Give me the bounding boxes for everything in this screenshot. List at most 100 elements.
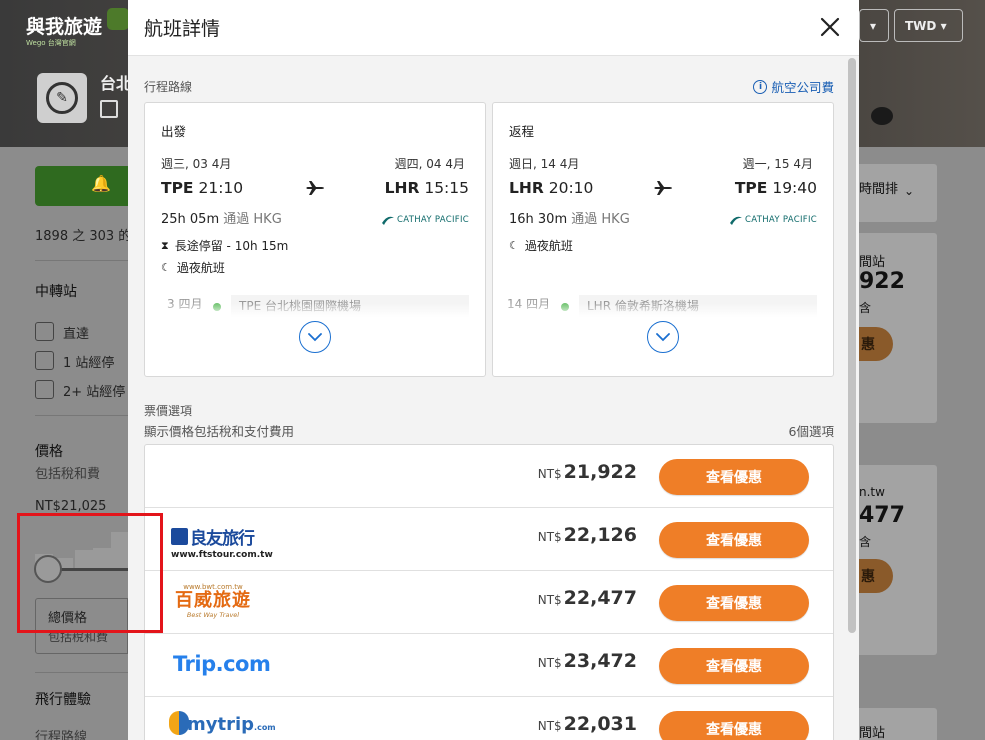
- view-deal-button[interactable]: 查看優惠: [659, 585, 809, 621]
- agent-name: mytrip: [187, 714, 255, 735]
- carrier-name: CATHAY PACIFIC: [745, 215, 817, 225]
- price-filter-min: NT$21,025: [35, 499, 107, 514]
- result-card-sub: 含: [859, 301, 872, 315]
- modal-scrollbar[interactable]: [848, 58, 856, 633]
- price-amount: 22,477: [563, 587, 637, 609]
- agent-name: 百威旅遊: [175, 590, 251, 611]
- airline-fee-link[interactable]: i 航空公司費: [753, 77, 834, 96]
- arrival-date: 週一, 15 4月: [742, 157, 813, 171]
- ftstour-mark-icon: [171, 528, 188, 545]
- departure-time: TPE 21:10: [161, 179, 243, 197]
- moon-icon: ☾: [509, 239, 519, 252]
- carrier-name: CATHAY PACIFIC: [397, 215, 469, 225]
- arrival-date: 週四, 04 4月: [394, 157, 465, 171]
- modal-header: 航班詳情: [128, 0, 859, 56]
- trip-com-logo: Trip.com: [173, 652, 271, 676]
- result-card[interactable]: 間站: [859, 708, 937, 740]
- via-stop: 通過 HKG: [223, 212, 282, 227]
- agent-name: 良友旅行: [190, 529, 255, 549]
- carrier-logo: CATHAY PACIFIC: [730, 215, 817, 225]
- site-logo[interactable]: 與我旅遊: [26, 12, 102, 39]
- chevron-down-icon: ⌄: [904, 184, 915, 198]
- currency-label: NT$: [537, 530, 562, 544]
- view-deal-button[interactable]: 查看優惠: [659, 648, 809, 684]
- hourglass-icon: ⧗: [161, 238, 169, 252]
- sort-dropdown[interactable]: 時間排 ⌄: [859, 164, 937, 222]
- two-stop-label: 2+ 站經停: [63, 385, 126, 400]
- fade-mask: [493, 303, 833, 323]
- divider: [35, 260, 128, 261]
- arrival-clock: 19:40: [772, 179, 817, 197]
- price-alert-button[interactable]: [35, 166, 128, 206]
- result-card-sub: 含: [859, 535, 872, 549]
- departure-airport-code: LHR: [509, 179, 544, 197]
- price-amount: 23,472: [563, 650, 637, 672]
- departure-airport-code: TPE: [161, 179, 194, 197]
- currency-label: NT$: [537, 593, 562, 607]
- fare-price: NT$ 22,031: [538, 713, 637, 735]
- agent-url: www.ftstour.com.tw: [171, 550, 273, 560]
- fare-option-row: 良友旅行 www.ftstour.com.tw NT$ 22,126 查看優惠: [145, 508, 833, 571]
- result-card-button[interactable]: 惠: [859, 559, 893, 593]
- language-select[interactable]: ▾: [859, 9, 889, 42]
- airplane-icon: [654, 181, 672, 195]
- view-deal-button[interactable]: 查看優惠: [659, 459, 809, 495]
- route-filter-title: 行程路線: [35, 730, 88, 740]
- direct-checkbox[interactable]: [35, 322, 54, 341]
- currency-select[interactable]: TWD ▾: [894, 9, 963, 42]
- bell-icon: 🔔: [91, 174, 111, 193]
- one-stop-label: 1 站經停: [63, 356, 115, 371]
- leg-direction: 出發: [161, 124, 187, 139]
- layover-note: ⧗ 長途停留 - 10h 15m: [161, 237, 288, 254]
- result-card-price: 922: [859, 269, 905, 294]
- two-stop-checkbox[interactable]: [35, 380, 54, 399]
- result-card-label: 間站: [859, 726, 886, 740]
- flight-duration: 16h 30m 通過 HKG: [509, 208, 630, 227]
- duration-value: 25h 05m: [161, 212, 220, 227]
- view-deal-button[interactable]: 查看優惠: [659, 711, 809, 740]
- site-logo-subtitle: Wego 台灣官網: [26, 39, 76, 47]
- overnight-note: ☾ 過夜航班: [161, 259, 225, 276]
- cathay-brushwing-icon: [730, 216, 743, 225]
- via-stop: 通過 HKG: [571, 212, 630, 227]
- departure-time: LHR 20:10: [509, 179, 593, 197]
- pencil-icon: ✎: [46, 82, 78, 114]
- balloon-icon: [169, 711, 189, 735]
- itinerary-preview: 14 四月 LHR 倫敦希斯洛機場: [493, 291, 833, 323]
- carrier-logo: CATHAY PACIFIC: [382, 215, 469, 225]
- result-card-label: 間站: [859, 255, 886, 270]
- cathay-brushwing-icon: [382, 216, 395, 225]
- edit-search-button[interactable]: ✎: [37, 73, 87, 123]
- duration-value: 16h 30m: [509, 212, 568, 227]
- currency-label: NT$: [537, 467, 562, 481]
- result-card-button[interactable]: 惠: [859, 327, 893, 361]
- expand-itinerary-button[interactable]: [299, 321, 331, 353]
- airplane-icon: [306, 181, 324, 195]
- itinerary-preview: 3 四月 TPE 台北桃園國際機場: [145, 291, 485, 323]
- close-icon[interactable]: [818, 15, 842, 39]
- one-stop-checkbox[interactable]: [35, 351, 54, 370]
- mytrip-logo: mytrip .com: [169, 711, 276, 735]
- chevron-down-icon: [308, 332, 322, 341]
- departure-date: 週日, 14 4月: [509, 157, 580, 171]
- arrival-clock: 15:15: [424, 179, 469, 197]
- airline-fee-label: 航空公司費: [771, 80, 834, 95]
- fare-option-row: NT$ 21,922 查看優惠: [145, 445, 833, 508]
- price-amount: 22,031: [563, 713, 637, 735]
- overnight-text: 過夜航班: [176, 261, 225, 275]
- departure-clock: 21:10: [198, 179, 244, 197]
- annotation-highlight-box: [17, 513, 163, 633]
- fare-price: NT$ 22,477: [538, 587, 637, 609]
- fare-section-subtitle: 顯示價格包括稅和支付費用: [144, 424, 295, 439]
- result-card-label: n.tw: [859, 485, 885, 499]
- bwt-logo: www.bwt.com.tw 百威旅遊 Best Way Travel: [175, 583, 251, 619]
- fare-section-label: 票價選項: [144, 404, 193, 418]
- option-count: 6個選項: [788, 424, 834, 439]
- expand-itinerary-button[interactable]: [647, 321, 679, 353]
- moon-icon: ☾: [161, 261, 171, 274]
- results-count: 1898 之 303 的: [35, 229, 132, 244]
- departure-date: 週三, 03 4月: [161, 157, 232, 171]
- view-deal-button[interactable]: 查看優惠: [659, 522, 809, 558]
- fare-price: NT$ 21,922: [538, 461, 637, 483]
- flight-details-modal: 航班詳情 行程路線 i 航空公司費 出發 週三, 03 4月 週四, 04 4月…: [128, 0, 859, 740]
